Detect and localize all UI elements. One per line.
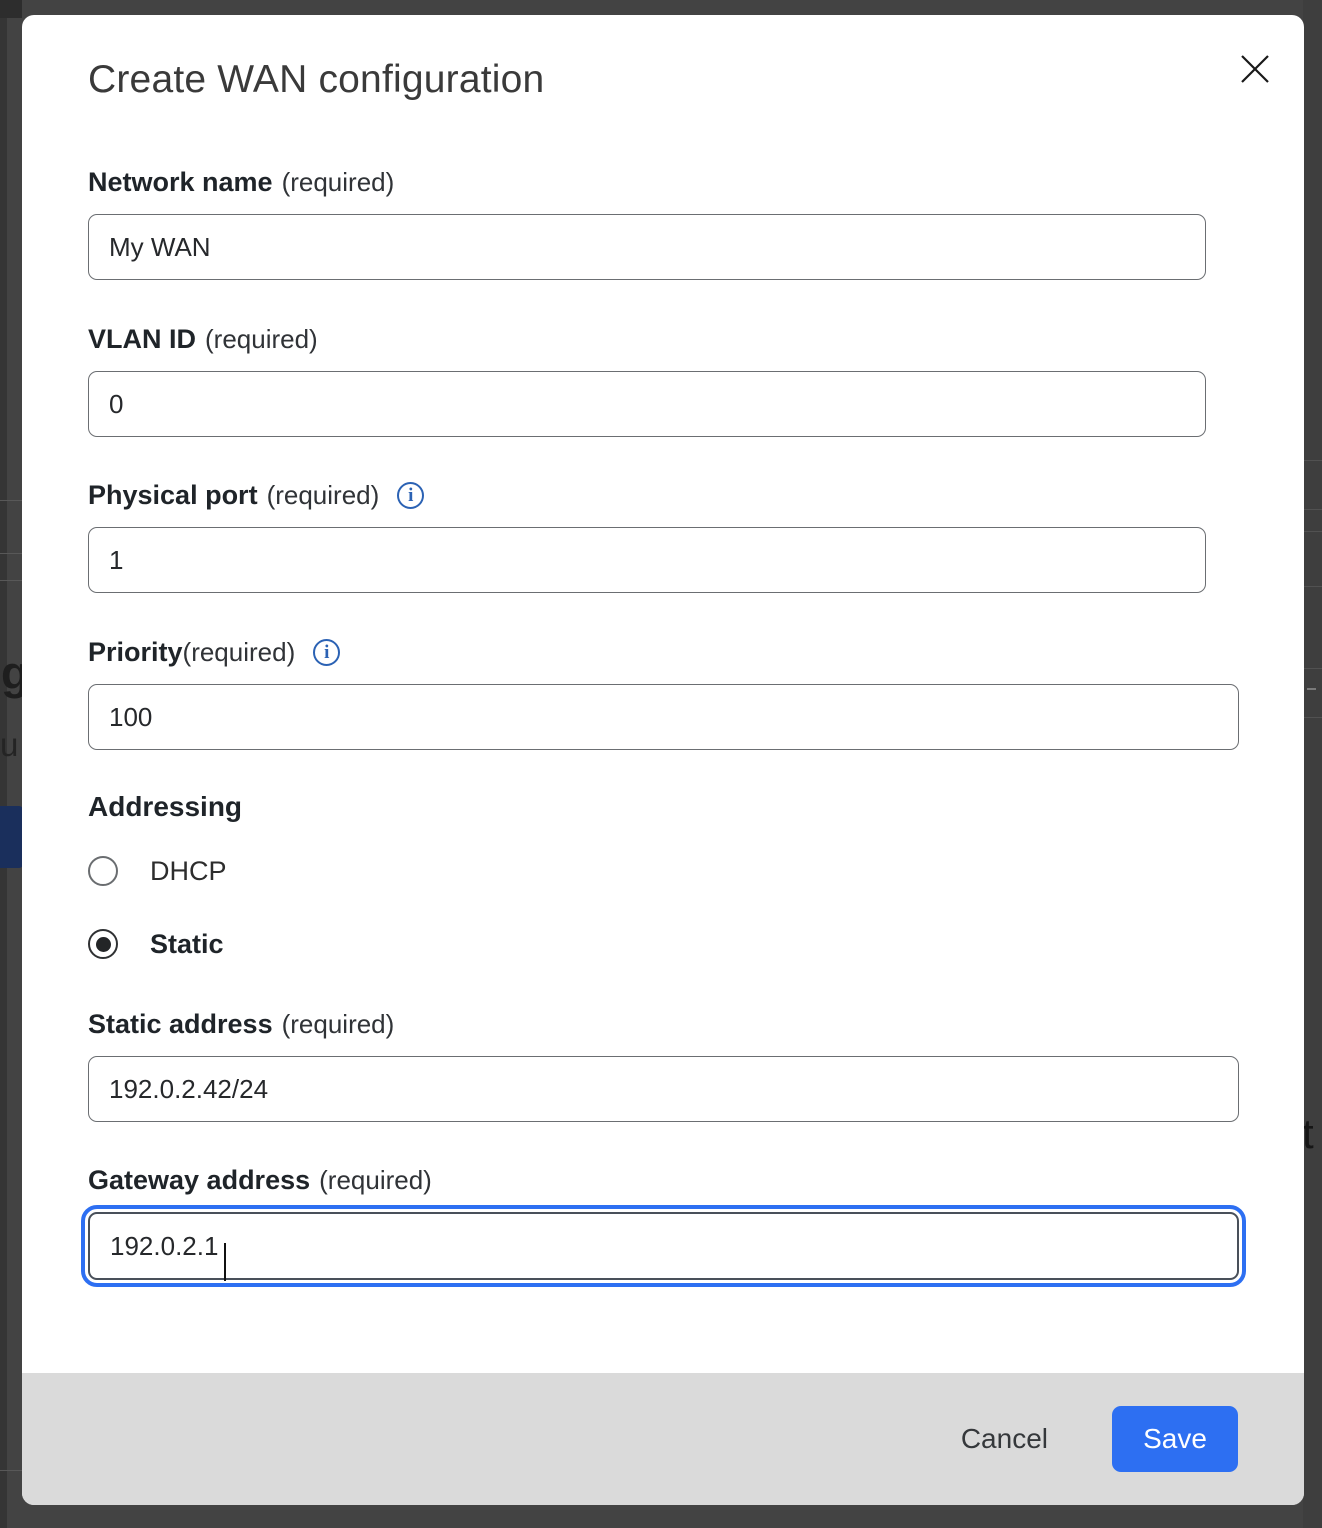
priority-input[interactable] [88, 684, 1239, 750]
field-label: VLAN ID [88, 324, 196, 355]
network-name-input[interactable] [88, 214, 1206, 280]
field-label: Gateway address [88, 1165, 310, 1196]
save-button[interactable]: Save [1112, 1406, 1238, 1472]
field-label: Physical port [88, 480, 258, 511]
radio-unselected-icon[interactable] [88, 856, 118, 886]
required-hint: (required) [282, 1009, 395, 1040]
text-cursor [224, 1243, 226, 1281]
field-physical-port: Physical port (required) i [88, 478, 1206, 593]
radio-label[interactable]: DHCP [150, 856, 227, 887]
physical-port-input[interactable] [88, 527, 1206, 593]
create-wan-configuration-dialog: Create WAN configuration Network name (r… [22, 15, 1304, 1505]
dimmed-table-line [1303, 460, 1322, 461]
dimmed-icon-fragment [1307, 688, 1316, 690]
radio-option-dhcp[interactable]: DHCP [88, 854, 227, 888]
radio-selected-icon[interactable] [88, 929, 118, 959]
dimmed-table-line [1303, 531, 1322, 532]
dimmed-background-right [1303, 0, 1322, 1528]
dimmed-table-line [1303, 509, 1322, 510]
required-hint: (required) [282, 167, 395, 198]
info-icon[interactable]: i [397, 482, 424, 509]
cancel-button[interactable]: Cancel [945, 1413, 1064, 1465]
dimmed-table-line [1303, 668, 1322, 669]
field-static-address: Static address (required) [88, 1007, 1239, 1122]
dimmed-text-fragment: u [0, 726, 18, 764]
dialog-title: Create WAN configuration [88, 58, 544, 102]
addressing-section-heading: Addressing [88, 791, 242, 823]
required-hint: (required) [319, 1165, 432, 1196]
field-label: Priority [88, 637, 183, 668]
dialog-footer: Cancel Save [22, 1373, 1304, 1505]
close-button[interactable] [1234, 49, 1276, 91]
radio-dot [96, 937, 111, 952]
field-gateway-address: Gateway address (required) [88, 1163, 1239, 1280]
info-icon[interactable]: i [313, 639, 340, 666]
required-hint: (required) [183, 637, 296, 668]
field-label: Static address [88, 1009, 273, 1040]
field-vlan-id: VLAN ID (required) [88, 322, 1206, 437]
dimmed-table-line [0, 1470, 22, 1471]
gateway-address-input[interactable] [88, 1212, 1239, 1280]
dimmed-background-sidebar [0, 0, 7, 1528]
vlan-id-input[interactable] [88, 371, 1206, 437]
field-priority: Priority (required) i [88, 635, 1239, 750]
dimmed-table-line [0, 500, 22, 501]
dimmed-background-corner [0, 0, 22, 18]
required-hint: (required) [205, 324, 318, 355]
dimmed-table-line [1303, 717, 1322, 718]
radio-label[interactable]: Static [150, 929, 224, 960]
field-label: Network name [88, 167, 273, 198]
close-icon [1238, 52, 1272, 89]
dimmed-table-line [0, 553, 22, 554]
field-network-name: Network name (required) [88, 165, 1206, 280]
radio-option-static[interactable]: Static [88, 927, 224, 961]
static-address-input[interactable] [88, 1056, 1239, 1122]
dimmed-table-line [1303, 586, 1322, 587]
required-hint: (required) [267, 480, 380, 511]
dimmed-table-line [0, 580, 22, 581]
dimmed-button-fragment [0, 806, 23, 868]
